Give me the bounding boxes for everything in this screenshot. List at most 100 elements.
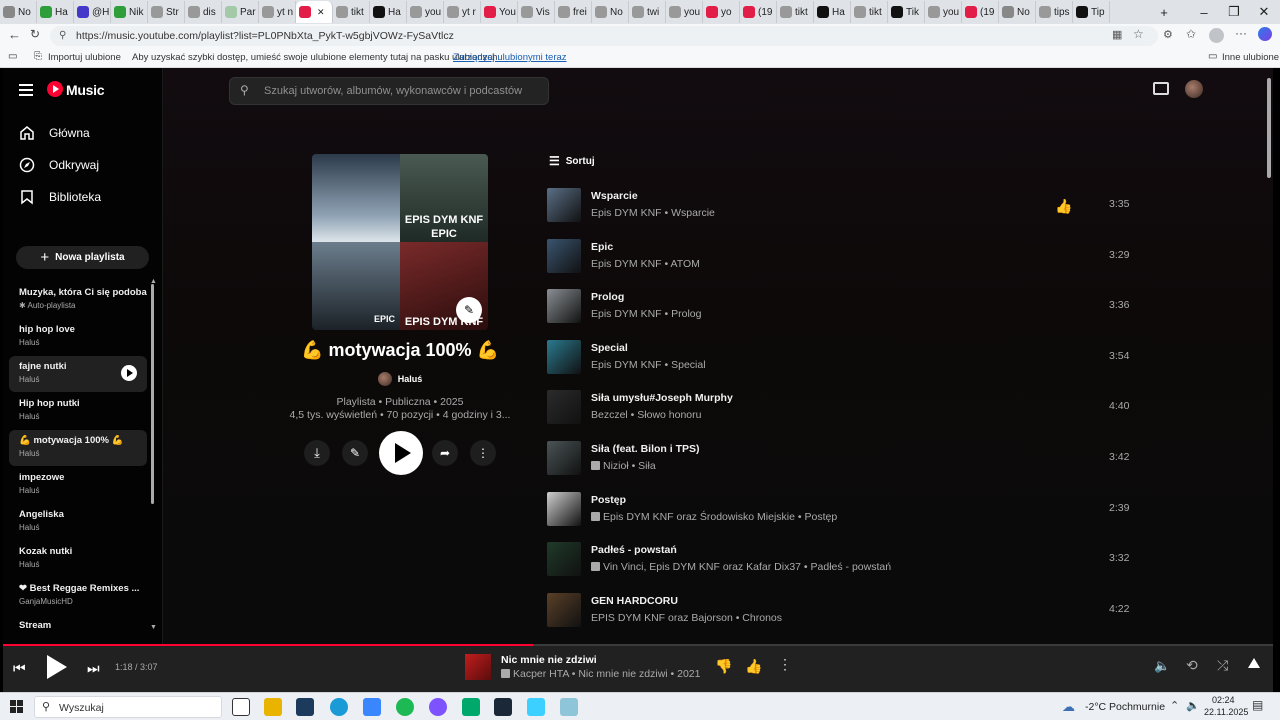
track-thumbnail[interactable]	[547, 188, 581, 222]
track-row[interactable]: Siła umysłu#Joseph Murphy Bezczel • Słowo…	[547, 386, 1147, 430]
notifications-icon[interactable]: ▤	[1252, 698, 1263, 712]
profile-avatar[interactable]	[1209, 28, 1224, 43]
browser-tab[interactable]: No	[999, 1, 1036, 23]
track-artist[interactable]: EPIS DYM KNF oraz Bajorson • Chronos	[591, 612, 782, 624]
browser-tab[interactable]: tips	[1036, 1, 1073, 23]
cast-icon[interactable]	[1153, 82, 1169, 95]
store-icon[interactable]	[363, 698, 381, 716]
reload-icon[interactable]: ↻	[30, 27, 40, 41]
track-row[interactable]: Siła (feat. Bilon i TPS) Nizioł • Siła 3:4…	[547, 437, 1147, 481]
import-favorites-link[interactable]: Importuj ulubione	[48, 52, 121, 63]
browser-tab[interactable]: No	[0, 1, 37, 23]
browser-tab[interactable]: You	[481, 1, 518, 23]
minimize-icon[interactable]: –	[1188, 0, 1220, 24]
play-playlist-button[interactable]	[379, 431, 423, 475]
sidebar-playlist-item[interactable]: Hip hop nutki Haluś	[9, 393, 147, 429]
sidebar-playlist-item[interactable]: 💪 motywacja 100% 💪 Haluś	[9, 430, 147, 466]
copilot-icon[interactable]	[1258, 27, 1272, 41]
download-button[interactable]: ⤓	[304, 440, 330, 466]
dislike-icon[interactable]: 👎	[715, 658, 732, 675]
favorites-icon[interactable]: ✩	[1186, 27, 1196, 41]
browser-tab[interactable]: yt n	[259, 1, 296, 23]
previous-icon[interactable]: ⏮	[13, 660, 26, 677]
track-artist[interactable]: Bezczel • Słowo honoru	[591, 409, 702, 421]
track-title[interactable]: Padłeś - powstań	[591, 544, 677, 556]
star-icon[interactable]: ☆	[1133, 27, 1144, 41]
track-artist[interactable]: Epis DYM KNF • Prolog	[591, 308, 701, 320]
browser-tab[interactable]: (19	[740, 1, 777, 23]
nav-library[interactable]: Biblioteka	[19, 189, 101, 205]
like-icon[interactable]: 👍	[745, 658, 762, 675]
track-thumbnail[interactable]	[547, 491, 581, 526]
track-artist[interactable]: Epis DYM KNF oraz Środowisko Miejskie • …	[591, 511, 837, 523]
track-row[interactable]: Prolog Epis DYM KNF • Prolog 3:36	[547, 285, 1147, 329]
weather-temp[interactable]: -2°C	[1085, 701, 1106, 713]
app3-icon[interactable]	[527, 698, 545, 716]
task-view-icon[interactable]	[232, 698, 250, 716]
steam-icon[interactable]	[494, 698, 512, 716]
track-title[interactable]: Epic	[591, 241, 613, 253]
other-favorites[interactable]: Inne ulubione	[1222, 52, 1279, 63]
browser-tab[interactable]: (19	[962, 1, 999, 23]
repeat-icon[interactable]: ⟲	[1186, 657, 1198, 674]
nav-home[interactable]: Główna	[19, 125, 90, 141]
now-playing-artist[interactable]: Kacper HTA • Nic mnie nie zdziwi • 2021	[501, 668, 700, 680]
browser-tab[interactable]: @H	[74, 1, 111, 23]
browser-tab[interactable]: tikt	[333, 1, 370, 23]
browser-tab[interactable]: dis	[185, 1, 222, 23]
more-icon[interactable]: ···	[1235, 26, 1247, 40]
youtube-music-logo-icon[interactable]	[47, 81, 63, 97]
track-title[interactable]: Special	[591, 342, 628, 354]
browser-tab[interactable]: twi	[629, 1, 666, 23]
track-artist[interactable]: Vin Vinci, Epis DYM KNF oraz Kafar Dix37…	[591, 561, 891, 573]
track-row[interactable]: Epic Epis DYM KNF • ATOM 3:29	[547, 235, 1147, 279]
clock-time[interactable]: 02:24	[1212, 695, 1235, 705]
browser-tab[interactable]: Nik	[111, 1, 148, 23]
edit-button[interactable]: ✎	[342, 440, 368, 466]
track-artist[interactable]: Nizioł • Siła	[591, 460, 656, 472]
now-playing-thumb[interactable]	[465, 654, 491, 680]
new-playlist-button[interactable]: + Nowa playlista	[16, 246, 149, 269]
browser-tab[interactable]: Vis	[518, 1, 555, 23]
track-row[interactable]: Special Epis DYM KNF • Special 3:54	[547, 336, 1147, 380]
track-row[interactable]: Padłeś - powstań Vin Vinci, Epis DYM KNF …	[547, 538, 1147, 582]
reader-icon[interactable]: ▦	[1112, 28, 1122, 41]
browser-tab[interactable]: Ha	[370, 1, 407, 23]
browser-tab[interactable]: tikt	[777, 1, 814, 23]
sidebar-playlist-item[interactable]: Muzyka, która Ci się podoba ✱ Auto-playli…	[9, 282, 147, 318]
browser-tab[interactable]: you	[407, 1, 444, 23]
browser-tab[interactable]: you	[666, 1, 703, 23]
track-artist[interactable]: Epis DYM KNF • Wsparcie	[591, 207, 715, 219]
menu-icon[interactable]	[19, 84, 33, 96]
scroll-down-icon[interactable]: ▼	[150, 624, 157, 631]
user-avatar[interactable]	[1185, 80, 1203, 98]
app2-icon[interactable]	[462, 698, 480, 716]
thumbs-up-icon[interactable]: 👍	[1055, 198, 1072, 215]
track-row[interactable]: Postęp Epis DYM KNF oraz Środowisko Miejs…	[547, 488, 1147, 532]
maximize-icon[interactable]: ❐	[1218, 0, 1250, 24]
share-button[interactable]: ➦	[432, 440, 458, 466]
nav-explore[interactable]: Odkrywaj	[19, 157, 99, 173]
file-explorer-icon[interactable]	[264, 698, 282, 716]
close-window-icon[interactable]: ✕	[1248, 0, 1280, 24]
sidebar-playlist-item[interactable]: hip hop love Haluś	[9, 319, 147, 355]
track-thumbnail[interactable]	[547, 390, 581, 425]
track-row[interactable]: GEN HARDCORU EPIS DYM KNF oraz Bajorson •…	[547, 589, 1147, 633]
browser-tab[interactable]: tikt	[851, 1, 888, 23]
browser-tab[interactable]: Par	[222, 1, 259, 23]
browser-tab[interactable]: yt r	[444, 1, 481, 23]
volume-tray-icon[interactable]: 🔈	[1186, 699, 1200, 712]
browser-tab[interactable]: yo	[703, 1, 740, 23]
progress-bar[interactable]	[3, 644, 1273, 646]
expand-player-icon[interactable]	[1248, 658, 1260, 668]
browser-tab[interactable]: Str	[148, 1, 185, 23]
track-thumbnail[interactable]	[547, 289, 581, 324]
playlist-play-icon[interactable]	[121, 365, 137, 381]
more-options-button[interactable]: ⋮	[470, 440, 496, 466]
sidebar-playlist-item[interactable]: Angeliska Haluś	[9, 504, 147, 540]
main-scrollbar[interactable]	[1267, 78, 1271, 178]
browser-tab[interactable]: Tip	[1073, 1, 1110, 23]
sidebar-scrollbar[interactable]	[151, 284, 154, 504]
track-artist[interactable]: Epis DYM KNF • ATOM	[591, 258, 700, 270]
weather-desc[interactable]: Pochmurnie	[1109, 701, 1165, 713]
